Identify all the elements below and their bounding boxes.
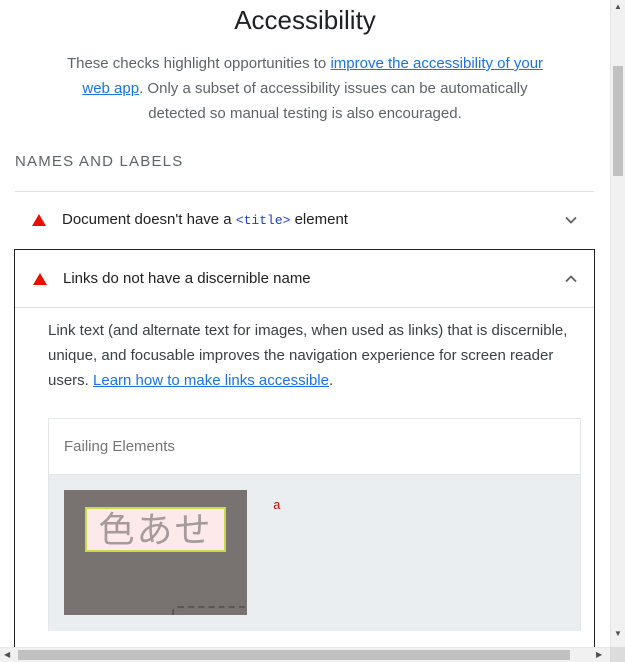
audit-description-end: . (328, 372, 334, 389)
audit-title: Document doesn't have a <title> element (62, 211, 348, 228)
failing-element-row: 色あせ a (49, 475, 580, 631)
audit-link-name: Links do not have a discernible name Lin… (14, 249, 595, 647)
audit-title-text: Document doesn't have a (62, 211, 236, 228)
node-label[interactable]: a (273, 498, 281, 513)
scroll-down-arrow-icon[interactable]: ▼ (614, 630, 622, 638)
audit-title-text-end: element (290, 211, 348, 228)
audit-title: Links do not have a discernible name (63, 270, 311, 287)
vertical-scrollbar[interactable]: ▲ ▼ (610, 0, 625, 647)
audit-header[interactable]: Links do not have a discernible name (15, 250, 594, 308)
scrollbar-corner (610, 647, 625, 662)
failing-elements-table: Failing Elements 色あせ a (48, 418, 581, 631)
highlight-box: 色あせ (85, 507, 226, 552)
dashed-outline (172, 606, 247, 615)
description-text: These checks highlight opportunities to (66, 55, 331, 72)
horizontal-scroll-thumb[interactable] (18, 650, 570, 660)
report-viewport: Accessibility These checks highlight opp… (0, 0, 610, 647)
scroll-up-arrow-icon[interactable]: ▲ (614, 3, 622, 11)
triangle-fail-icon (33, 273, 47, 285)
triangle-fail-icon (32, 214, 46, 226)
scroll-left-arrow-icon[interactable]: ◀ (4, 651, 10, 659)
element-screenshot[interactable]: 色あせ (64, 490, 247, 615)
group-title: NAMES AND LABELS (15, 153, 184, 170)
description-text-end: . Only a subset of accessibility issues … (139, 80, 528, 122)
chevron-up-icon[interactable] (564, 272, 578, 286)
audit-description: Link text (and alternate text for images… (48, 318, 578, 393)
chevron-down-icon[interactable] (564, 213, 578, 227)
horizontal-scrollbar[interactable]: ◀ ▶ (0, 647, 610, 662)
vertical-scroll-thumb[interactable] (613, 66, 623, 176)
category-title: Accessibility (234, 5, 376, 35)
failing-elements-header: Failing Elements (49, 419, 580, 475)
learn-more-link[interactable]: Learn how to make links accessible (93, 372, 329, 389)
thumbnail-text: 色あせ (98, 510, 213, 551)
title-tag-code: <title> (235, 213, 291, 228)
category-description: These checks highlight opportunities to … (52, 51, 558, 126)
audit-document-title[interactable]: Document doesn't have a <title> element (15, 192, 594, 248)
scroll-right-arrow-icon[interactable]: ▶ (596, 651, 602, 659)
